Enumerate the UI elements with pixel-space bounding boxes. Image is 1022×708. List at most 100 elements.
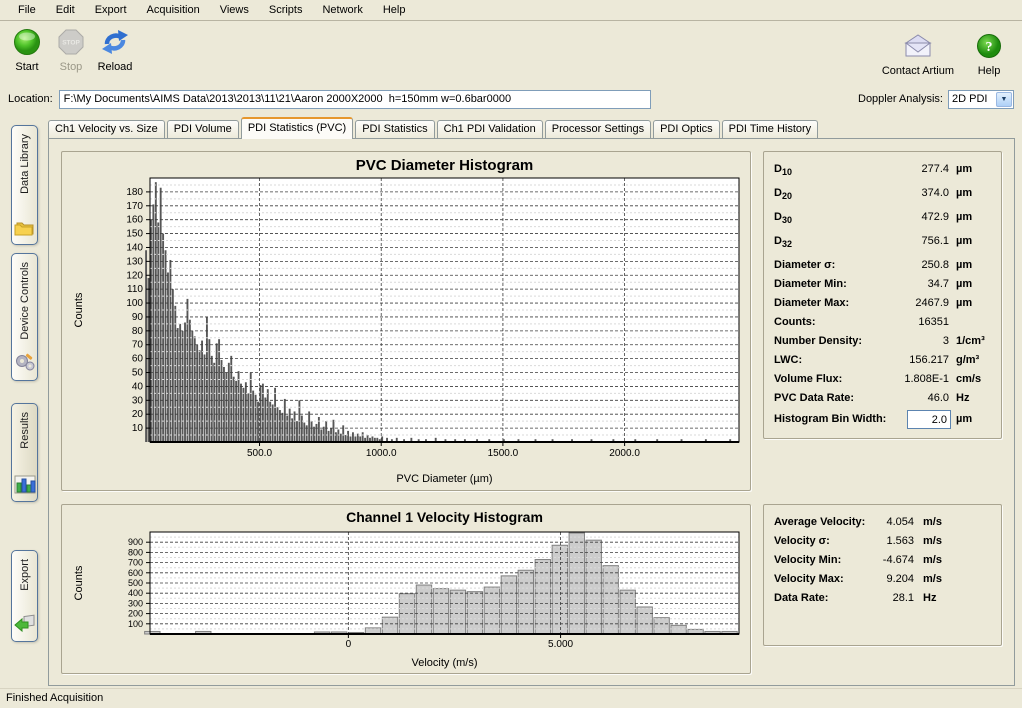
stats-row: Diameter σ:250.8µm: [764, 257, 1001, 276]
stat-value: 2467.9: [764, 297, 949, 309]
svg-text:2000.0: 2000.0: [609, 448, 640, 459]
stat-label: Histogram Bin Width:: [774, 413, 886, 425]
chevron-down-icon[interactable]: ▼: [996, 92, 1012, 107]
tab-ch1-pdi-validation[interactable]: Ch1 PDI Validation: [437, 120, 543, 139]
stat-unit: 1/cm³: [956, 335, 985, 347]
stats-row: Data Rate:28.1Hz: [764, 590, 1001, 609]
sidebar-item-device-controls[interactable]: Device Controls: [11, 253, 38, 381]
menu-bar: File Edit Export Acquisition Views Scrip…: [0, 0, 1022, 21]
stat-unit: µm: [956, 211, 972, 223]
location-bar: Location: Doppler Analysis: 2D PDI ▼: [0, 86, 1022, 112]
menu-edit[interactable]: Edit: [46, 2, 85, 19]
tab-ch1-velocity-vs-size[interactable]: Ch1 Velocity vs. Size: [48, 120, 165, 139]
stat-unit: m/s: [923, 516, 942, 528]
svg-text:0: 0: [346, 639, 352, 650]
stat-unit: Hz: [923, 592, 936, 604]
menu-export[interactable]: Export: [85, 2, 137, 19]
sidebar-item-label: Device Controls: [19, 262, 31, 340]
stat-value: 16351: [764, 316, 949, 328]
x-axis-label: PVC Diameter (µm): [396, 473, 492, 485]
stop-button[interactable]: STOP Stop: [52, 26, 90, 73]
start-button[interactable]: Start: [8, 26, 46, 73]
menu-network[interactable]: Network: [312, 2, 372, 19]
reload-button[interactable]: Reload: [96, 26, 134, 73]
stats-row: Velocity Max:9.204m/s: [764, 571, 1001, 590]
svg-text:40: 40: [132, 381, 144, 392]
location-input[interactable]: [59, 90, 651, 109]
sidebar-item-label: Export: [19, 559, 31, 591]
stat-unit: µm: [956, 187, 972, 199]
menu-help[interactable]: Help: [373, 2, 416, 19]
svg-text:60: 60: [132, 354, 144, 365]
stat-unit: µm: [956, 297, 972, 309]
svg-text:150: 150: [126, 229, 143, 240]
tab-pdi-volume[interactable]: PDI Volume: [167, 120, 239, 139]
velocity-statistics-panel: Average Velocity:4.054m/sVelocity σ:1.56…: [763, 504, 1002, 646]
stats-row: D20374.0µm: [764, 185, 1001, 209]
stats-row: Velocity Min:-4.674m/s: [764, 552, 1001, 571]
status-text: Finished Acquisition: [6, 692, 103, 704]
tab-pdi-statistics[interactable]: PDI Statistics: [355, 120, 434, 139]
doppler-analysis-select[interactable]: 2D PDI ▼: [948, 90, 1014, 109]
tab-processor-settings[interactable]: Processor Settings: [545, 120, 651, 139]
stat-value: 28.1: [764, 592, 914, 604]
sidebar-item-export[interactable]: Export: [11, 550, 38, 642]
sidebar-item-results[interactable]: Results: [11, 403, 38, 502]
svg-text:200: 200: [128, 609, 143, 619]
menu-scripts[interactable]: Scripts: [259, 2, 313, 19]
svg-text:300: 300: [128, 598, 143, 608]
svg-text:800: 800: [128, 547, 143, 557]
location-label: Location:: [8, 93, 53, 105]
stats-row: Number Density:31/cm³: [764, 333, 1001, 352]
sidebar-item-label: Results: [19, 412, 31, 449]
export-icon: [14, 614, 36, 637]
svg-text:400: 400: [128, 588, 143, 598]
help-icon: ?: [975, 30, 1003, 62]
svg-text:170: 170: [126, 201, 143, 212]
svg-text:500: 500: [128, 578, 143, 588]
sidebar-item-data-library[interactable]: Data Library: [11, 125, 38, 245]
stat-value: 156.217: [764, 354, 949, 366]
gears-icon: [14, 353, 36, 376]
reload-icon: [99, 26, 131, 58]
menu-acquisition[interactable]: Acquisition: [137, 2, 210, 19]
stats-row: PVC Data Rate:46.0Hz: [764, 390, 1001, 409]
stat-value: 472.9: [764, 211, 949, 223]
tab-pdi-statistics-pvc[interactable]: PDI Statistics (PVC): [241, 117, 353, 139]
results-panel: 1020304050607080901001101201301401501601…: [48, 138, 1015, 686]
stat-unit: µm: [956, 259, 972, 271]
svg-text:?: ?: [986, 40, 993, 55]
svg-text:5.000: 5.000: [548, 639, 573, 650]
stat-unit: µm: [956, 278, 972, 290]
pvc-statistics-panel: D10277.4µmD20374.0µmD30472.9µmD32756.1µm…: [763, 151, 1002, 439]
stat-value: 46.0: [764, 392, 949, 404]
stat-value: 250.8: [764, 259, 949, 271]
stat-unit: Hz: [956, 392, 969, 404]
svg-text:600: 600: [128, 568, 143, 578]
folder-icon: [14, 219, 36, 240]
stats-row: LWC:156.217g/m³: [764, 352, 1001, 371]
svg-text:120: 120: [126, 270, 143, 281]
chart-title: PVC Diameter Histogram: [356, 157, 534, 174]
svg-text:1000.0: 1000.0: [366, 448, 397, 459]
sidebar: Data Library Device Controls: [0, 112, 46, 688]
help-button[interactable]: ? Help: [970, 30, 1008, 77]
tab-pdi-optics[interactable]: PDI Optics: [653, 120, 720, 139]
stats-row: Histogram Bin Width:µm: [764, 411, 1001, 435]
contact-artium-button[interactable]: Contact Artium: [882, 30, 954, 77]
menu-views[interactable]: Views: [210, 2, 259, 19]
stat-unit: g/m³: [956, 354, 979, 366]
velocity-histogram-chart: 10020030040050060070080090005.000Channel…: [61, 504, 751, 674]
toolbar: Start STOP Stop: [0, 22, 1022, 84]
svg-text:30: 30: [132, 395, 144, 406]
histogram-bin-width-input[interactable]: [907, 410, 951, 429]
stats-row: Velocity σ:1.563m/s: [764, 533, 1001, 552]
tab-pdi-time-history[interactable]: PDI Time History: [722, 120, 819, 139]
stats-row: D32756.1µm: [764, 233, 1001, 257]
svg-text:140: 140: [126, 242, 143, 253]
svg-text:130: 130: [126, 256, 143, 267]
stats-row: Diameter Min:34.7µm: [764, 276, 1001, 295]
menu-file[interactable]: File: [8, 2, 46, 19]
stat-unit: µm: [956, 235, 972, 247]
svg-text:1500.0: 1500.0: [488, 448, 519, 459]
